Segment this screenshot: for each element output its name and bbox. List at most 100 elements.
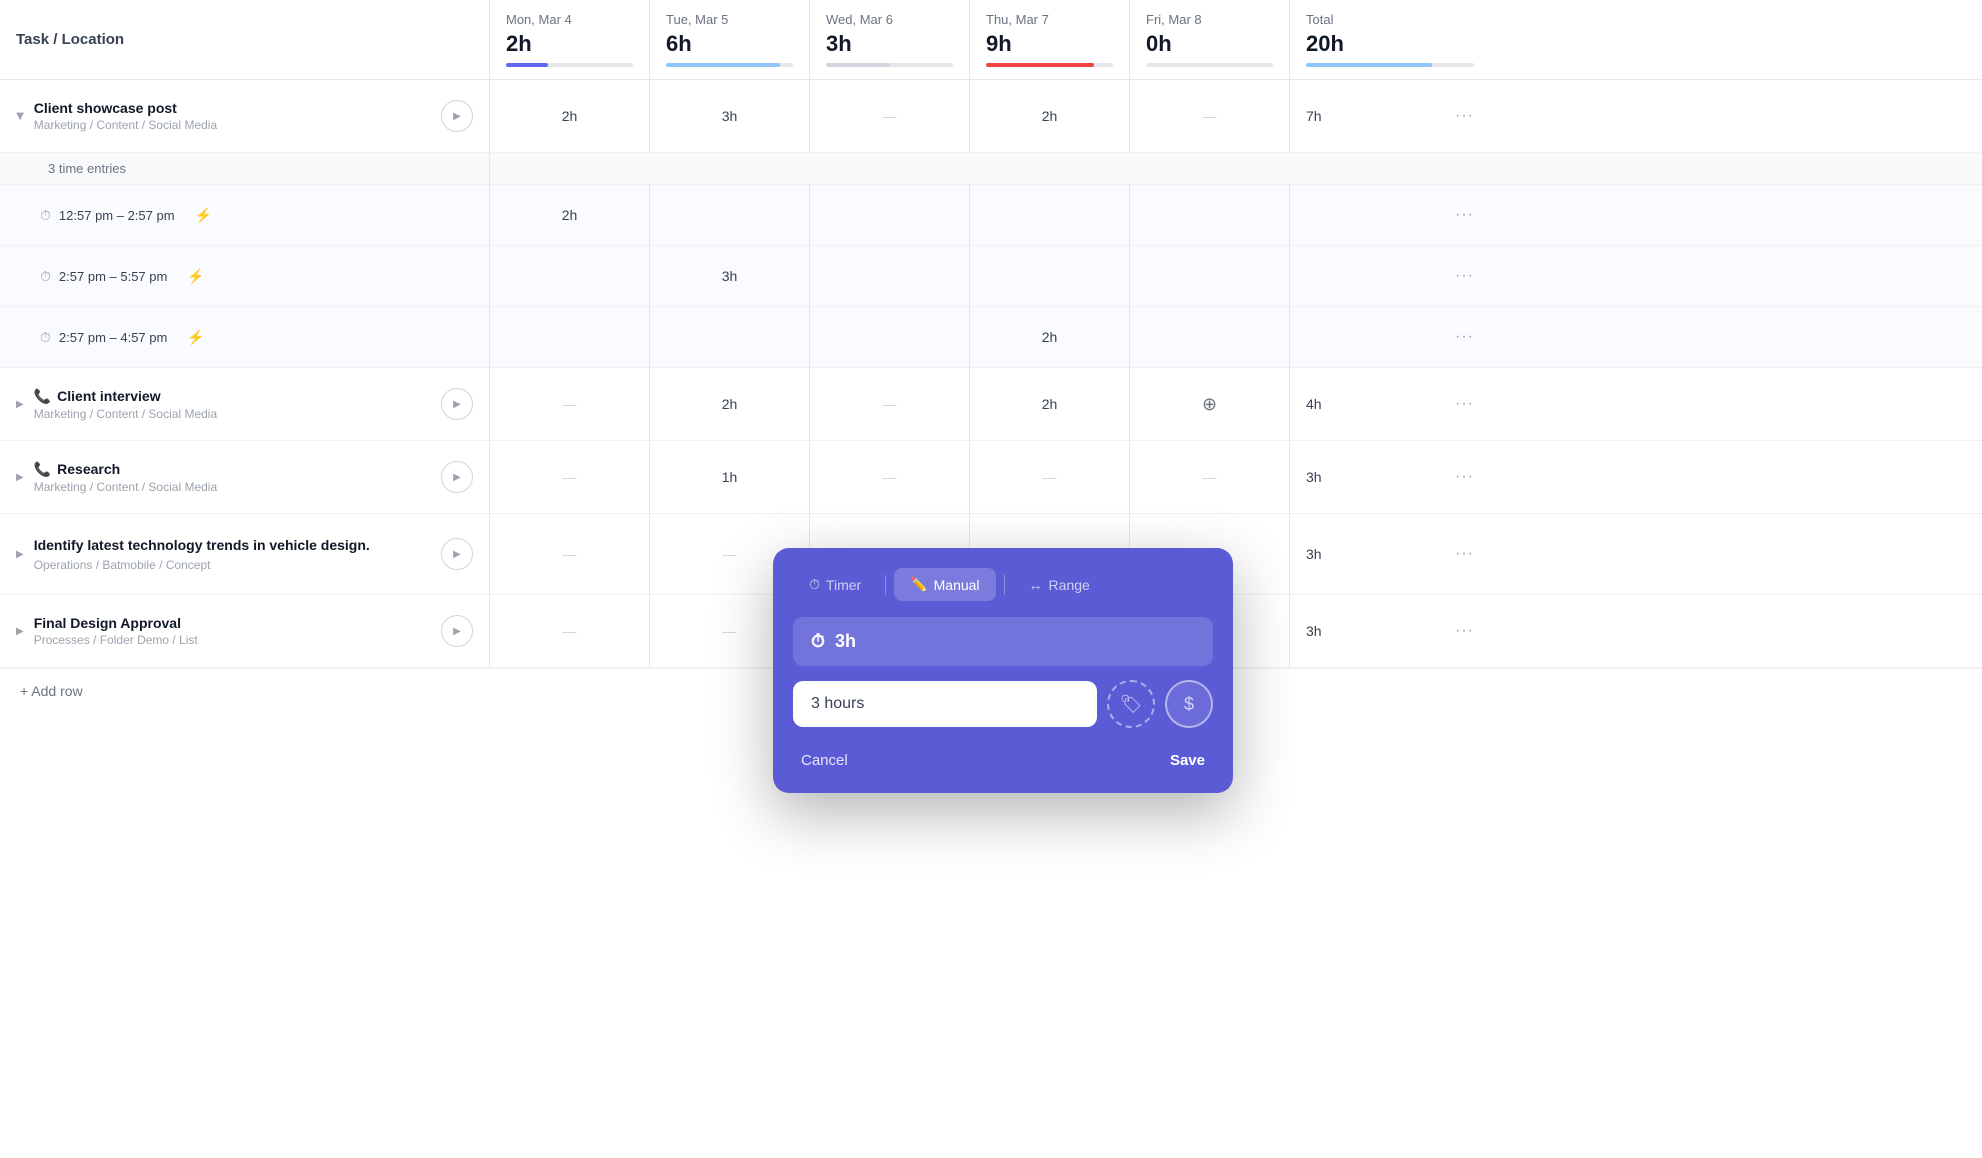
entry3-thu[interactable]: 2h bbox=[970, 307, 1130, 367]
total-progress-bar bbox=[1306, 63, 1474, 67]
time-entry-2-cell: ⏱ 2:57 pm – 5:57 pm ⚡ bbox=[0, 246, 490, 306]
time-input[interactable] bbox=[793, 681, 1097, 727]
time-entries-label: 3 time entries bbox=[0, 153, 490, 184]
task-info-identify-trends: Identify latest technology trends in veh… bbox=[34, 536, 431, 572]
task-cell-client-showcase: ▶ Client showcase post Marketing / Conte… bbox=[0, 80, 490, 152]
entry1-mon[interactable]: 2h bbox=[490, 185, 650, 245]
timer-icon: ⏱ bbox=[809, 576, 820, 593]
time-entry-1-cell: ⏱ 12:57 pm – 2:57 pm ⚡ bbox=[0, 185, 490, 245]
expand-arrow-final-design[interactable]: ▶ bbox=[16, 626, 24, 637]
entry3-tue[interactable] bbox=[650, 307, 810, 367]
timesheet-container: Task / Location Mon, Mar 4 2h Tue, Mar 5… bbox=[0, 0, 1982, 1158]
task-location-research: Marketing / Content / Social Media bbox=[34, 480, 431, 494]
task-row-client-showcase: ▶ Client showcase post Marketing / Conte… bbox=[0, 80, 1982, 153]
time-thu-client-interview[interactable]: 2h bbox=[970, 368, 1130, 440]
time-mon-research[interactable]: — bbox=[490, 441, 650, 513]
thu-progress-fill bbox=[986, 63, 1094, 67]
time-range-1: 12:57 pm – 2:57 pm bbox=[59, 208, 175, 223]
more-button-entry2[interactable]: ··· bbox=[1455, 267, 1474, 285]
header-fri: Fri, Mar 8 0h bbox=[1130, 0, 1290, 79]
popup-tab-divider-2 bbox=[1004, 575, 1005, 595]
time-entry-3-cell: ⏱ 2:57 pm – 4:57 pm ⚡ bbox=[0, 307, 490, 367]
more-button-identify[interactable]: ··· bbox=[1455, 545, 1474, 563]
popup-cancel-button[interactable]: Cancel bbox=[793, 748, 856, 773]
duration-clock-icon: ⏱ bbox=[811, 631, 825, 652]
popup-save-button[interactable]: Save bbox=[1162, 748, 1213, 773]
wed-label: Wed, Mar 6 bbox=[826, 12, 953, 27]
entry2-total: ··· bbox=[1290, 246, 1490, 306]
entry3-mon[interactable] bbox=[490, 307, 650, 367]
expand-arrow-client-interview[interactable]: ▶ bbox=[16, 399, 24, 410]
play-button-research[interactable]: ▶ bbox=[441, 461, 473, 493]
billable-button[interactable]: $ bbox=[1165, 680, 1213, 728]
popup-tab-manual[interactable]: ✏️ Manual bbox=[894, 568, 995, 601]
more-button-research[interactable]: ··· bbox=[1455, 468, 1474, 486]
entry1-tue[interactable] bbox=[650, 185, 810, 245]
time-thu-client-showcase[interactable]: 2h bbox=[970, 80, 1130, 152]
entry2-thu[interactable] bbox=[970, 246, 1130, 306]
expand-arrow-research[interactable]: ▶ bbox=[16, 472, 24, 483]
time-wed-client-interview[interactable]: — bbox=[810, 368, 970, 440]
tag-button[interactable]: 🏷 bbox=[1107, 680, 1155, 728]
entry2-mon[interactable] bbox=[490, 246, 650, 306]
time-mon-client-interview[interactable]: — bbox=[490, 368, 650, 440]
thu-progress-bar bbox=[986, 63, 1113, 67]
time-entry-popup: ⏱ Timer ✏️ Manual ↔ Range ⏱ 3h 🏷 $ bbox=[773, 548, 1233, 793]
entry3-wed[interactable] bbox=[810, 307, 970, 367]
total-label: Total bbox=[1306, 12, 1474, 27]
total-client-interview: 4h ··· bbox=[1290, 368, 1490, 440]
more-button-entry1[interactable]: ··· bbox=[1455, 206, 1474, 224]
entry2-wed[interactable] bbox=[810, 246, 970, 306]
no-bill-icon-2: ⚡ bbox=[187, 268, 204, 285]
header-row: Task / Location Mon, Mar 4 2h Tue, Mar 5… bbox=[0, 0, 1982, 80]
popup-actions: Cancel Save bbox=[793, 744, 1213, 773]
task-location-label: Task / Location bbox=[16, 31, 124, 48]
time-mon-client-showcase[interactable]: 2h bbox=[490, 80, 650, 152]
task-location-identify-trends: Operations / Batmobile / Concept bbox=[34, 558, 431, 572]
entry1-wed[interactable] bbox=[810, 185, 970, 245]
clock-icon-1: ⏱ bbox=[40, 207, 51, 224]
tue-progress-fill bbox=[666, 63, 780, 67]
task-cell-identify-trends: ▶ Identify latest technology trends in v… bbox=[0, 514, 490, 594]
entry3-fri[interactable] bbox=[1130, 307, 1290, 367]
play-button-identify-trends[interactable]: ▶ bbox=[441, 538, 473, 570]
play-button-final-design[interactable]: ▶ bbox=[441, 615, 473, 647]
task-name-identify-trends: Identify latest technology trends in veh… bbox=[34, 536, 431, 556]
more-button-entry3[interactable]: ··· bbox=[1455, 328, 1474, 346]
entry1-total: ··· bbox=[1290, 185, 1490, 245]
task-location-client-showcase: Marketing / Content / Social Media bbox=[34, 118, 431, 132]
manual-icon: ✏️ bbox=[910, 576, 927, 593]
expand-arrow-identify-trends[interactable]: ▶ bbox=[16, 549, 24, 560]
time-thu-research[interactable]: — bbox=[970, 441, 1130, 513]
time-wed-client-showcase[interactable]: — bbox=[810, 80, 970, 152]
play-button-client-showcase[interactable]: ▶ bbox=[441, 100, 473, 132]
more-button-final-design[interactable]: ··· bbox=[1455, 622, 1474, 640]
time-mon-final-design[interactable]: — bbox=[490, 595, 650, 667]
entry1-fri[interactable] bbox=[1130, 185, 1290, 245]
task-info-client-showcase: Client showcase post Marketing / Content… bbox=[34, 100, 431, 132]
time-mon-identify[interactable]: — bbox=[490, 514, 650, 594]
play-button-client-interview[interactable]: ▶ bbox=[441, 388, 473, 420]
task-cell-research: ▶ 📞 Research Marketing / Content / Socia… bbox=[0, 441, 490, 513]
time-wed-research[interactable]: — bbox=[810, 441, 970, 513]
entry2-fri[interactable] bbox=[1130, 246, 1290, 306]
time-tue-client-showcase[interactable]: 3h bbox=[650, 80, 810, 152]
task-location-final-design: Processes / Folder Demo / List bbox=[34, 633, 431, 647]
more-button-client-interview[interactable]: ··· bbox=[1455, 395, 1474, 413]
time-fri-research[interactable]: — bbox=[1130, 441, 1290, 513]
timer-add-icon[interactable]: ⊕ bbox=[1202, 394, 1217, 415]
no-bill-icon-3: ⚡ bbox=[187, 329, 204, 346]
time-tue-client-interview[interactable]: 2h bbox=[650, 368, 810, 440]
entry1-thu[interactable] bbox=[970, 185, 1130, 245]
time-fri-client-interview[interactable]: ⊕ bbox=[1130, 368, 1290, 440]
tue-progress-bar bbox=[666, 63, 793, 67]
popup-tab-timer[interactable]: ⏱ Timer bbox=[793, 568, 877, 601]
expand-arrow-client-showcase[interactable]: ▶ bbox=[14, 112, 25, 120]
time-tue-research[interactable]: 1h bbox=[650, 441, 810, 513]
more-button-client-showcase[interactable]: ··· bbox=[1455, 107, 1474, 125]
entry2-tue[interactable]: 3h bbox=[650, 246, 810, 306]
time-fri-client-showcase[interactable]: — bbox=[1130, 80, 1290, 152]
time-entry-2: ⏱ 2:57 pm – 5:57 pm ⚡ 3h ··· bbox=[0, 246, 1982, 307]
popup-tabs: ⏱ Timer ✏️ Manual ↔ Range bbox=[793, 568, 1213, 601]
popup-tab-range[interactable]: ↔ Range bbox=[1013, 569, 1106, 601]
